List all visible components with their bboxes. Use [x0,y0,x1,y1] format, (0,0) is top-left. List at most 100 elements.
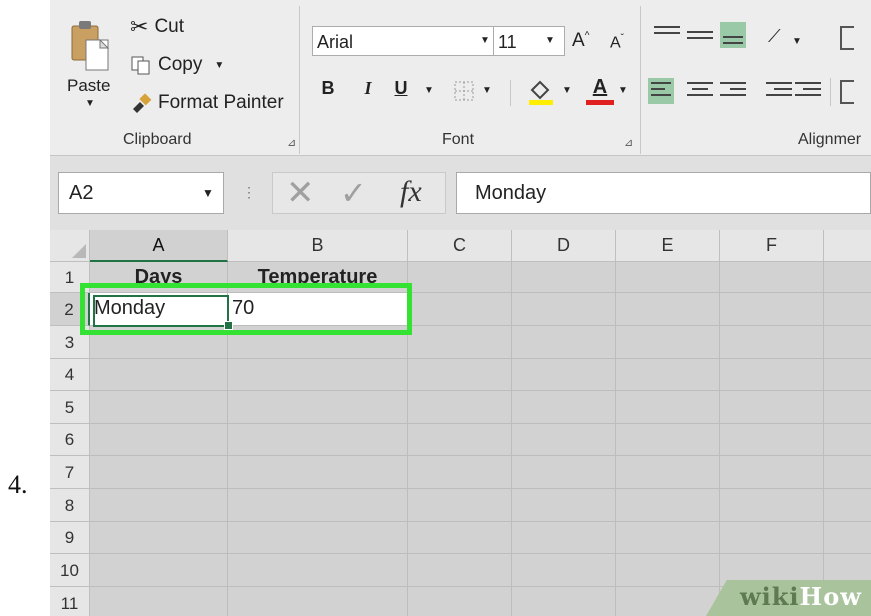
cell-d1[interactable] [512,262,616,293]
cell-g1[interactable] [824,262,871,293]
cell-a6[interactable] [90,424,228,456]
cell-d9[interactable] [512,522,616,554]
cell-c5[interactable] [408,391,512,424]
cell-a4[interactable] [90,359,228,391]
chevron-down-icon[interactable]: ▼ [792,36,802,47]
top-align-icon[interactable] [654,22,680,48]
cell-b6[interactable] [228,424,408,456]
cell-e9[interactable] [616,522,720,554]
cell-b7[interactable] [228,456,408,489]
wrap-text-icon[interactable] [840,26,854,50]
cell-b11[interactable] [228,587,408,616]
cell-d2[interactable] [512,293,616,326]
bold-button[interactable]: B [316,78,340,99]
shrink-font-button[interactable]: Aˇ [610,33,624,52]
cell-d7[interactable] [512,456,616,489]
row-header-4[interactable]: 4 [50,359,90,391]
row-header-10[interactable]: 10 [50,554,90,587]
copy-button[interactable]: Copy ▼ [130,54,224,76]
checkmark-icon[interactable]: ✓ [340,174,367,212]
cell-e10[interactable] [616,554,720,587]
cell-d8[interactable] [512,489,616,522]
column-header-c[interactable]: C [408,230,512,262]
cell-g9[interactable] [824,522,871,554]
cell-g3[interactable] [824,326,871,359]
cell-e3[interactable] [616,326,720,359]
chevron-down-icon[interactable]: ▼ [424,85,434,96]
cell-g4[interactable] [824,359,871,391]
fill-handle[interactable] [224,321,233,330]
cell-f9[interactable] [720,522,824,554]
row-header-9[interactable]: 9 [50,522,90,554]
cell-g8[interactable] [824,489,871,522]
clipboard-launcher-icon[interactable]: ⊿ [287,136,296,149]
row-header-5[interactable]: 5 [50,391,90,424]
column-header-a[interactable]: A [90,230,228,262]
row-header-7[interactable]: 7 [50,456,90,489]
cell-c2[interactable] [408,293,512,326]
cell-e4[interactable] [616,359,720,391]
chevron-down-icon[interactable]: ▼ [482,85,492,96]
merge-center-icon[interactable] [840,80,854,104]
cell-c1[interactable] [408,262,512,293]
cut-button[interactable]: ✂ Cut [130,14,184,40]
bottom-align-icon[interactable] [720,22,746,48]
align-center-icon[interactable] [687,78,713,104]
cell-a11[interactable] [90,587,228,616]
insert-function-button[interactable]: fx [400,172,422,212]
cell-g5[interactable] [824,391,871,424]
column-header-g[interactable] [824,230,871,262]
cell-a5[interactable] [90,391,228,424]
middle-align-icon[interactable] [687,22,713,48]
formula-bar-grip[interactable]: ⋮ [242,184,256,201]
underline-button[interactable]: U [389,78,413,99]
cell-e8[interactable] [616,489,720,522]
cell-f5[interactable] [720,391,824,424]
fill-color-icon[interactable] [526,76,556,106]
align-left-icon[interactable] [648,78,674,104]
cancel-icon[interactable]: ✕ [286,174,315,212]
cell-c6[interactable] [408,424,512,456]
cell-b8[interactable] [228,489,408,522]
chevron-down-icon[interactable]: ▼ [476,26,494,56]
cell-a9[interactable] [90,522,228,554]
chevron-down-icon[interactable]: ▼ [85,98,95,109]
row-header-6[interactable]: 6 [50,424,90,456]
borders-icon[interactable] [453,80,475,102]
font-color-button[interactable]: A [586,76,614,105]
column-header-f[interactable]: F [720,230,824,262]
cell-f4[interactable] [720,359,824,391]
cell-c9[interactable] [408,522,512,554]
column-header-d[interactable]: D [512,230,616,262]
cell-d5[interactable] [512,391,616,424]
cell-c11[interactable] [408,587,512,616]
cell-c4[interactable] [408,359,512,391]
cell-e6[interactable] [616,424,720,456]
chevron-down-icon[interactable]: ▼ [214,60,224,71]
cell-c3[interactable] [408,326,512,359]
chevron-down-icon[interactable]: ▼ [541,26,559,56]
cell-e11[interactable] [616,587,720,616]
cell-e7[interactable] [616,456,720,489]
cell-c7[interactable] [408,456,512,489]
cell-f6[interactable] [720,424,824,456]
cell-g2[interactable] [824,293,871,326]
decrease-indent-icon[interactable] [766,78,792,104]
cell-e5[interactable] [616,391,720,424]
orientation-icon[interactable]: ⟋ [768,26,781,47]
cell-f7[interactable] [720,456,824,489]
cell-b5[interactable] [228,391,408,424]
cell-g7[interactable] [824,456,871,489]
formula-input[interactable]: Monday [456,172,871,214]
grow-font-button[interactable]: A^ [572,30,589,52]
column-header-e[interactable]: E [616,230,720,262]
font-launcher-icon[interactable]: ⊿ [624,136,633,149]
align-right-icon[interactable] [720,78,746,104]
cell-d3[interactable] [512,326,616,359]
cell-c10[interactable] [408,554,512,587]
row-header-11[interactable]: 11 [50,587,90,616]
chevron-down-icon[interactable]: ▼ [562,85,572,96]
name-box[interactable]: A2 [58,172,224,214]
chevron-down-icon[interactable]: ▼ [202,186,214,200]
cell-a7[interactable] [90,456,228,489]
